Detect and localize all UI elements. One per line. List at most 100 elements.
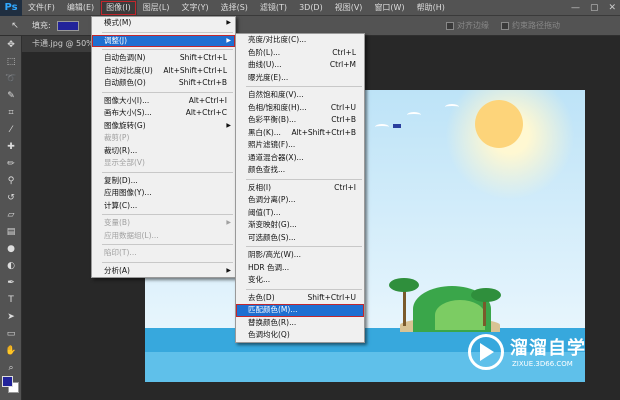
adjust-menu-item[interactable]: 替换颜色(R)...: [236, 317, 364, 330]
healing-brush-icon[interactable]: ✚: [0, 138, 22, 155]
adjust-menu-item[interactable]: 色调分离(P)...: [236, 194, 364, 207]
menu-type[interactable]: 文字(Y): [175, 0, 214, 16]
adjust-menu-item[interactable]: 阴影/高光(W)...: [236, 249, 364, 262]
close-icon[interactable]: ✕: [608, 0, 616, 16]
type-tool-icon[interactable]: T: [0, 291, 22, 308]
adjust-menu-item[interactable]: 通道混合器(X)...: [236, 152, 364, 165]
align-edges-checkbox[interactable]: 对齐边缘: [446, 20, 489, 31]
menu-help[interactable]: 帮助(H): [411, 0, 451, 16]
menu-item-label: 通道混合器(X)...: [248, 152, 304, 162]
menu-item-label: 裁剪(P): [104, 133, 130, 142]
marquee-tool-icon[interactable]: ⬚: [0, 53, 22, 70]
hand-tool-icon[interactable]: ✋: [0, 342, 22, 359]
image-menu-dropdown: 模式(M) ▶ 调整(J) ▶ 自动色调(N) Shift+Ctrl+L 自动对比度(U) A…: [91, 16, 236, 278]
adjust-menu-item[interactable]: 去色(D) Shift+Ctrl+U: [236, 292, 364, 305]
image-menu-item[interactable]: 分析(A) ▶: [92, 265, 235, 278]
image-menu-item[interactable]: 调整(J) ▶: [92, 34, 235, 47]
brush-tool-icon[interactable]: ✏: [0, 155, 22, 172]
adjust-menu-item[interactable]: 亮度/对比度(C)...: [236, 34, 364, 47]
adjust-menu-item[interactable]: 色彩平衡(B)... Ctrl+B: [236, 114, 364, 127]
menu-item-label: 色调均化(Q): [248, 330, 290, 339]
fill-swatch[interactable]: [56, 20, 79, 31]
pen-tool-icon[interactable]: ✒: [0, 274, 22, 291]
menu-separator: [246, 246, 362, 247]
image-menu-item[interactable]: 裁切(R)...: [92, 145, 235, 158]
color-swatches[interactable]: [2, 376, 20, 394]
image-menu-item[interactable]: 应用图像(Y)...: [92, 187, 235, 200]
menu-3d[interactable]: 3D(D): [293, 0, 329, 16]
maximize-icon[interactable]: ▢: [590, 0, 599, 16]
lasso-tool-icon[interactable]: ➰: [0, 70, 22, 87]
watermark: 溜溜自学 ZIXUE.3D66.COM: [468, 330, 618, 380]
adjust-menu-item[interactable]: 颜色查找...: [236, 164, 364, 177]
adjust-menu-item[interactable]: 渐变映射(G)...: [236, 219, 364, 232]
adjust-menu-item[interactable]: 匹配颜色(M)...: [236, 304, 364, 317]
image-menu-item[interactable]: 图像大小(I)... Alt+Ctrl+I: [92, 95, 235, 108]
menu-image[interactable]: 图像(I): [100, 0, 137, 16]
menu-edit[interactable]: 编辑(E): [61, 0, 100, 16]
menu-item-label: 计算(C)...: [104, 200, 138, 210]
menu-window[interactable]: 窗口(W): [368, 0, 410, 16]
menu-file[interactable]: 文件(F): [22, 0, 61, 16]
history-brush-icon[interactable]: ↺: [0, 189, 22, 206]
image-menu-item: 应用数据组(L)...: [92, 230, 235, 243]
image-menu-item[interactable]: 计算(C)...: [92, 200, 235, 213]
foreground-color[interactable]: [2, 376, 13, 387]
menu-separator: [246, 86, 362, 87]
menu-view[interactable]: 视图(V): [329, 0, 369, 16]
adjust-menu-item[interactable]: 照片滤镜(F)...: [236, 139, 364, 152]
eyedropper-icon[interactable]: ⁄: [0, 121, 22, 138]
adjust-menu-item[interactable]: 变化...: [236, 274, 364, 287]
image-menu-item[interactable]: 自动对比度(U) Alt+Shift+Ctrl+L: [92, 65, 235, 78]
menu-separator: [102, 171, 233, 173]
menu-item-label: 变量(B): [104, 218, 130, 227]
adjust-menu-item[interactable]: 阈值(T)...: [236, 207, 364, 220]
menu-separator: [102, 244, 233, 245]
image-menu-item[interactable]: 自动颜色(O) Shift+Ctrl+B: [92, 77, 235, 90]
zoom-tool-icon[interactable]: ⌕: [0, 359, 22, 376]
submenu-arrow-icon: ▶: [226, 266, 231, 274]
adjust-menu-item[interactable]: 曝光度(E)...: [236, 72, 364, 85]
menu-item-label: 去色(D): [248, 292, 275, 302]
path-select-icon[interactable]: ➤: [0, 308, 22, 325]
adjust-menu-item[interactable]: 色相/饱和度(H)... Ctrl+U: [236, 102, 364, 115]
dodge-tool-icon[interactable]: ◐: [0, 257, 22, 274]
adjust-menu-item[interactable]: 自然饱和度(V)...: [236, 89, 364, 102]
image-menu-item[interactable]: 画布大小(S)... Alt+Ctrl+C: [92, 107, 235, 120]
image-menu-item[interactable]: 模式(M) ▶: [92, 17, 235, 30]
adjust-menu-item[interactable]: 色阶(L)... Ctrl+L: [236, 47, 364, 60]
clone-stamp-icon[interactable]: ⚲: [0, 172, 22, 189]
menu-filter[interactable]: 滤镜(T): [254, 0, 293, 16]
submenu-arrow-icon: ▶: [226, 19, 231, 26]
menu-item-label: 匹配颜色(M)...: [248, 305, 298, 314]
menu-item-label: 色调分离(P)...: [248, 195, 296, 204]
constrain-path-checkbox[interactable]: 约束路径拖动: [501, 20, 560, 31]
adjust-menu-item[interactable]: 黑白(K)... Alt+Shift+Ctrl+B: [236, 127, 364, 140]
image-menu-item[interactable]: 自动色调(N) Shift+Ctrl+L: [92, 52, 235, 65]
adjust-menu-item[interactable]: 可选颜色(S)...: [236, 232, 364, 245]
image-menu-item[interactable]: 图像旋转(G) ▶: [92, 120, 235, 133]
arrow-tool-icon[interactable]: ↖: [4, 17, 26, 34]
photoshop-logo: Ps: [0, 0, 22, 16]
image-menu-item[interactable]: 复制(D)...: [92, 175, 235, 188]
adjust-menu-item[interactable]: HDR 色调...: [236, 262, 364, 275]
blur-tool-icon[interactable]: ●: [0, 240, 22, 257]
menu-layer[interactable]: 图层(L): [137, 0, 176, 16]
menu-select[interactable]: 选择(S): [215, 0, 254, 16]
menu-item-label: 可选颜色(S)...: [248, 232, 296, 242]
menu-separator: [246, 178, 362, 180]
adjust-menu-item[interactable]: 曲线(U)... Ctrl+M: [236, 59, 364, 72]
menu-item-label: 颜色查找...: [248, 165, 286, 174]
gradient-tool-icon[interactable]: ▤: [0, 223, 22, 240]
minimize-icon[interactable]: —: [571, 0, 580, 16]
menu-item-label: 调整(J): [104, 35, 128, 45]
quick-select-icon[interactable]: ✎: [0, 87, 22, 104]
crop-tool-icon[interactable]: ⌗: [0, 104, 22, 121]
shape-tool-icon[interactable]: ▭: [0, 325, 22, 342]
menu-item-label: 自动色调(N): [104, 53, 146, 62]
eraser-tool-icon[interactable]: ▱: [0, 206, 22, 223]
adjust-menu-item[interactable]: 反相(I) Ctrl+I: [236, 182, 364, 195]
adjust-menu-item[interactable]: 色调均化(Q): [236, 329, 364, 342]
move-tool-icon[interactable]: ✥: [0, 36, 22, 53]
menu-item-shortcut: Shift+Ctrl+U: [307, 292, 356, 302]
